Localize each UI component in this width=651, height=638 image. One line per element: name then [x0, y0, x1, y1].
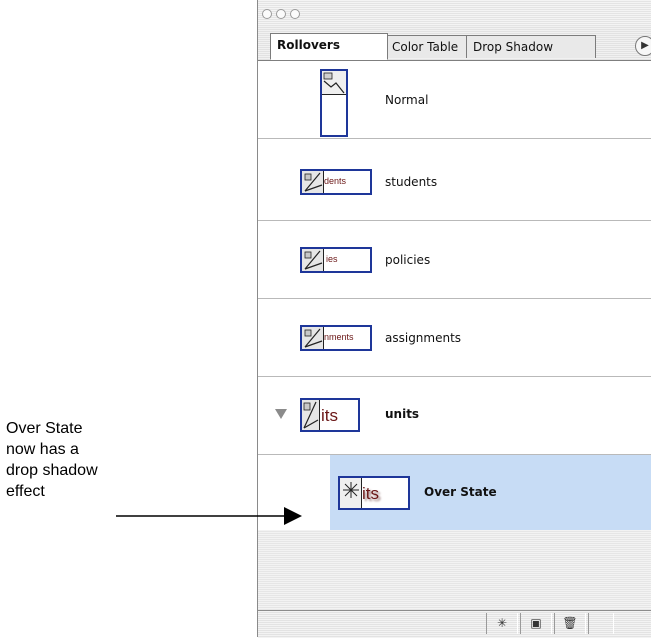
list-item-policies[interactable]: ies policies: [258, 221, 651, 299]
policies-thumbnail: ies: [300, 247, 372, 273]
annotation-line: now has a: [6, 441, 79, 458]
slice-icon: [303, 401, 319, 429]
list-item-units[interactable]: its units: [258, 377, 651, 455]
new-rollover-icon: ✳: [496, 616, 508, 630]
empty-list-area: [258, 530, 651, 610]
tab-bar: Color Table Drop Shadow Rollovers ▶: [258, 26, 651, 61]
duplicate-icon: ▣: [530, 616, 542, 630]
disclosure-triangle-icon[interactable]: [275, 409, 287, 419]
rollovers-palette: Color Table Drop Shadow Rollovers ▶ Norm…: [257, 0, 651, 638]
zoom-button[interactable]: [290, 9, 300, 19]
close-button[interactable]: [262, 9, 272, 19]
sparkle-icon: [343, 482, 359, 498]
normal-state-thumbnail: [320, 69, 348, 137]
annotation-arrow-icon: [116, 507, 302, 525]
students-thumbnail: dents: [300, 169, 372, 195]
slice-icon: [304, 250, 323, 270]
thumb-text: ies: [326, 254, 338, 264]
units-thumbnail: its: [300, 398, 360, 432]
palette-bottom-bar: ✳ ▣ 🗑: [258, 610, 651, 638]
assignments-thumbnail: nments: [300, 325, 372, 351]
thumb-text: nments: [324, 332, 354, 342]
annotation-line: effect: [6, 483, 45, 500]
tab-color-table[interactable]: Color Table: [385, 35, 469, 58]
annotation-text: Over State now has a drop shadow effect: [6, 418, 98, 502]
duplicate-button[interactable]: ▣: [520, 613, 552, 634]
over-state-thumbnail: its: [338, 476, 410, 510]
new-rollover-button[interactable]: ✳: [486, 613, 518, 634]
row-label: assignments: [385, 331, 462, 345]
list-item-students[interactable]: dents students: [258, 143, 651, 221]
thumb-text: its: [362, 484, 379, 503]
row-label: units: [385, 407, 420, 421]
list-item-assignments[interactable]: nments assignments: [258, 299, 651, 377]
row-label: policies: [385, 253, 431, 267]
list-item-normal[interactable]: Normal: [258, 61, 651, 139]
rollover-list: Normal dents students ies policies nment…: [258, 61, 651, 530]
row-label: Normal: [385, 93, 429, 107]
row-label: students: [385, 175, 438, 189]
annotation-line: Over State: [6, 420, 83, 437]
list-item-over-state[interactable]: its Over State: [258, 455, 651, 530]
delete-button[interactable]: 🗑: [554, 613, 586, 634]
tab-drop-shadow[interactable]: Drop Shadow: [466, 35, 596, 58]
thumb-text: dents: [324, 176, 347, 186]
slice-icon: [304, 328, 323, 348]
triangle-right-icon: ▶: [641, 40, 649, 51]
slice-icon: [304, 172, 323, 192]
annotation-line: drop shadow: [6, 462, 98, 479]
row-label: Over State: [424, 485, 497, 499]
tab-rollovers[interactable]: Rollovers: [270, 33, 388, 60]
resize-grip[interactable]: [588, 613, 614, 634]
thumb-text: its: [321, 406, 338, 425]
palette-menu-button[interactable]: ▶: [635, 36, 651, 56]
trash-icon: 🗑: [562, 616, 578, 630]
slice-icon: [323, 72, 345, 94]
minimize-button[interactable]: [276, 9, 286, 19]
palette-titlebar[interactable]: [258, 0, 651, 27]
